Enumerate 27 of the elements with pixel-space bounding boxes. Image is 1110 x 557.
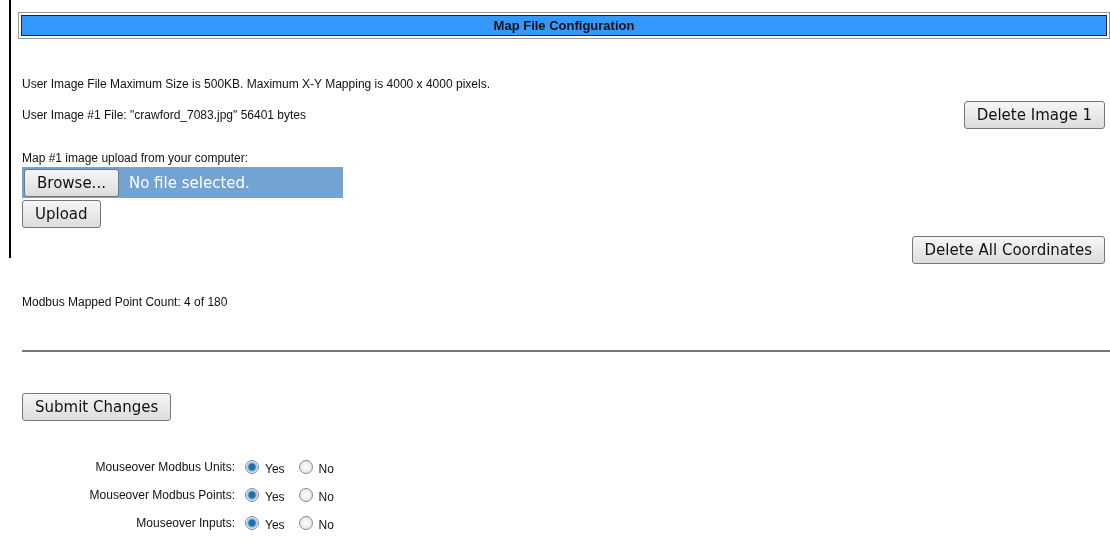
submit-button[interactable]: Submit Changes bbox=[22, 393, 172, 421]
radio-label: No bbox=[318, 462, 334, 476]
option-label: Mouseover Inputs: bbox=[135, 516, 235, 530]
delete-image-button[interactable]: Delete Image 1 bbox=[963, 101, 1105, 129]
radio-button[interactable] bbox=[298, 488, 313, 502]
radio-button[interactable] bbox=[245, 488, 259, 502]
radio-label: Yes bbox=[265, 518, 285, 532]
file-picker[interactable]: Browse... No file selected. bbox=[22, 167, 343, 198]
section-header: Map File Configuration bbox=[21, 15, 1107, 36]
radio-label: Yes bbox=[265, 490, 285, 504]
radio-label: No bbox=[318, 518, 334, 532]
option-label: Mouseover Modbus Units: bbox=[94, 460, 235, 474]
delete-coordinates-button[interactable]: Delete All Coordinates bbox=[911, 236, 1105, 264]
option-label: Mouseover Modbus Points: bbox=[88, 488, 235, 502]
radio-button[interactable] bbox=[245, 460, 259, 474]
upload-label: Map #1 image upload from your computer: bbox=[21, 151, 250, 165]
radio-label: Yes bbox=[265, 462, 285, 476]
radio-label: No bbox=[318, 490, 334, 504]
point-count-text: Modbus Mapped Point Count: 4 of 180 bbox=[22, 295, 229, 309]
radio-button[interactable] bbox=[298, 460, 313, 474]
image-file-text: User Image #1 File: "crawford_7083.jpg" 56401 bytes bbox=[22, 108, 306, 122]
browse-button[interactable]: Browse... bbox=[24, 168, 119, 197]
upload-button[interactable]: Upload bbox=[22, 200, 101, 228]
radio-button[interactable] bbox=[298, 516, 313, 530]
file-status-text: No file selected. bbox=[128, 173, 250, 192]
radio-button[interactable] bbox=[245, 516, 259, 530]
size-limit-text: User Image File Maximum Size is 500KB. Maximum X-Y Mapping is 4000 x 4000 pixels. bbox=[21, 77, 491, 91]
